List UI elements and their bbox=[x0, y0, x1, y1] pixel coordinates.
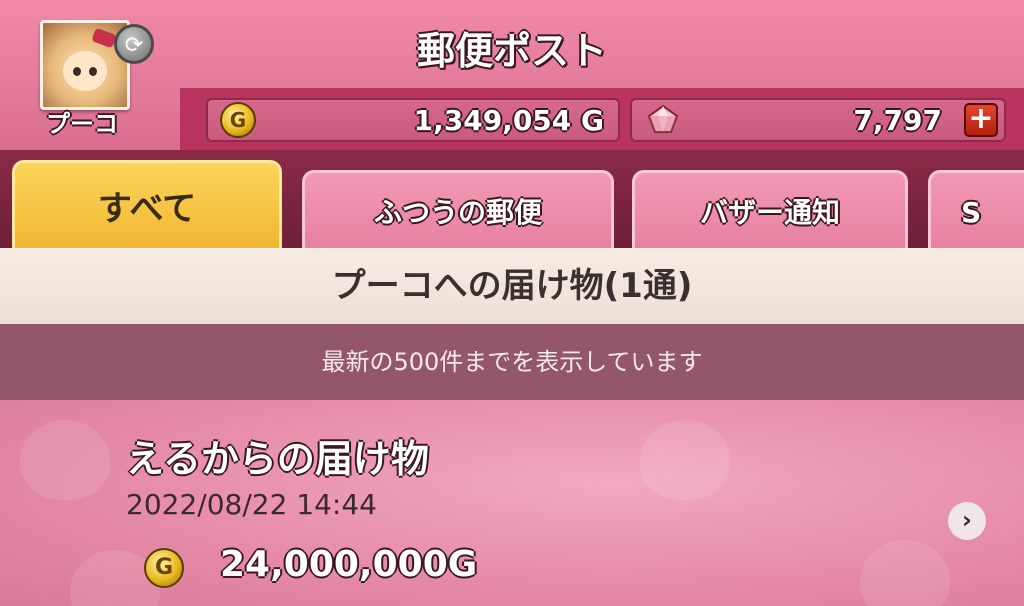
gold-display: G 1,349,054 G bbox=[206, 98, 620, 142]
mail-count-heading: プーコへの届け物(1通) bbox=[0, 248, 1024, 324]
tab-s[interactable]: S bbox=[928, 170, 1024, 248]
gem-icon bbox=[647, 104, 679, 133]
display-limit-notice: 最新の500件までを表示しています bbox=[0, 324, 1024, 400]
tab-bazaar-notice[interactable]: バザー通知 bbox=[632, 170, 908, 248]
gold-value: 1,349,054 G bbox=[413, 104, 604, 137]
player-name: プーコ bbox=[46, 110, 118, 138]
avatar-eye bbox=[89, 67, 97, 76]
chevron-right-icon[interactable]: › bbox=[948, 502, 986, 540]
mail-gold-amount: 24,000,000G bbox=[220, 544, 478, 585]
avatar-eye bbox=[73, 67, 81, 76]
avatar-bow bbox=[91, 27, 117, 49]
background-slime-decoration bbox=[640, 420, 730, 500]
mail-list: えるからの届け物 2022/08/22 14:44 G 24,000,000G … bbox=[0, 400, 1024, 606]
background-slime-decoration bbox=[860, 540, 950, 606]
tab-normal-mail[interactable]: ふつうの郵便 bbox=[302, 170, 614, 248]
gem-display: 7,797 + bbox=[630, 98, 1006, 142]
avatar-face bbox=[63, 51, 107, 91]
gem-value: 7,797 bbox=[853, 104, 942, 137]
tab-all[interactable]: すべて bbox=[12, 160, 282, 248]
plus-icon[interactable]: + bbox=[964, 103, 998, 137]
mail-title: えるからの届け物 bbox=[126, 437, 429, 481]
gold-coin-icon: G bbox=[220, 102, 256, 138]
gold-coin-icon: G bbox=[144, 548, 184, 588]
switch-icon[interactable]: ⟳ bbox=[114, 24, 154, 64]
page-title: 郵便ポスト bbox=[416, 29, 607, 73]
background-slime-decoration bbox=[20, 420, 110, 500]
mail-date: 2022/08/22 14:44 bbox=[126, 488, 377, 521]
